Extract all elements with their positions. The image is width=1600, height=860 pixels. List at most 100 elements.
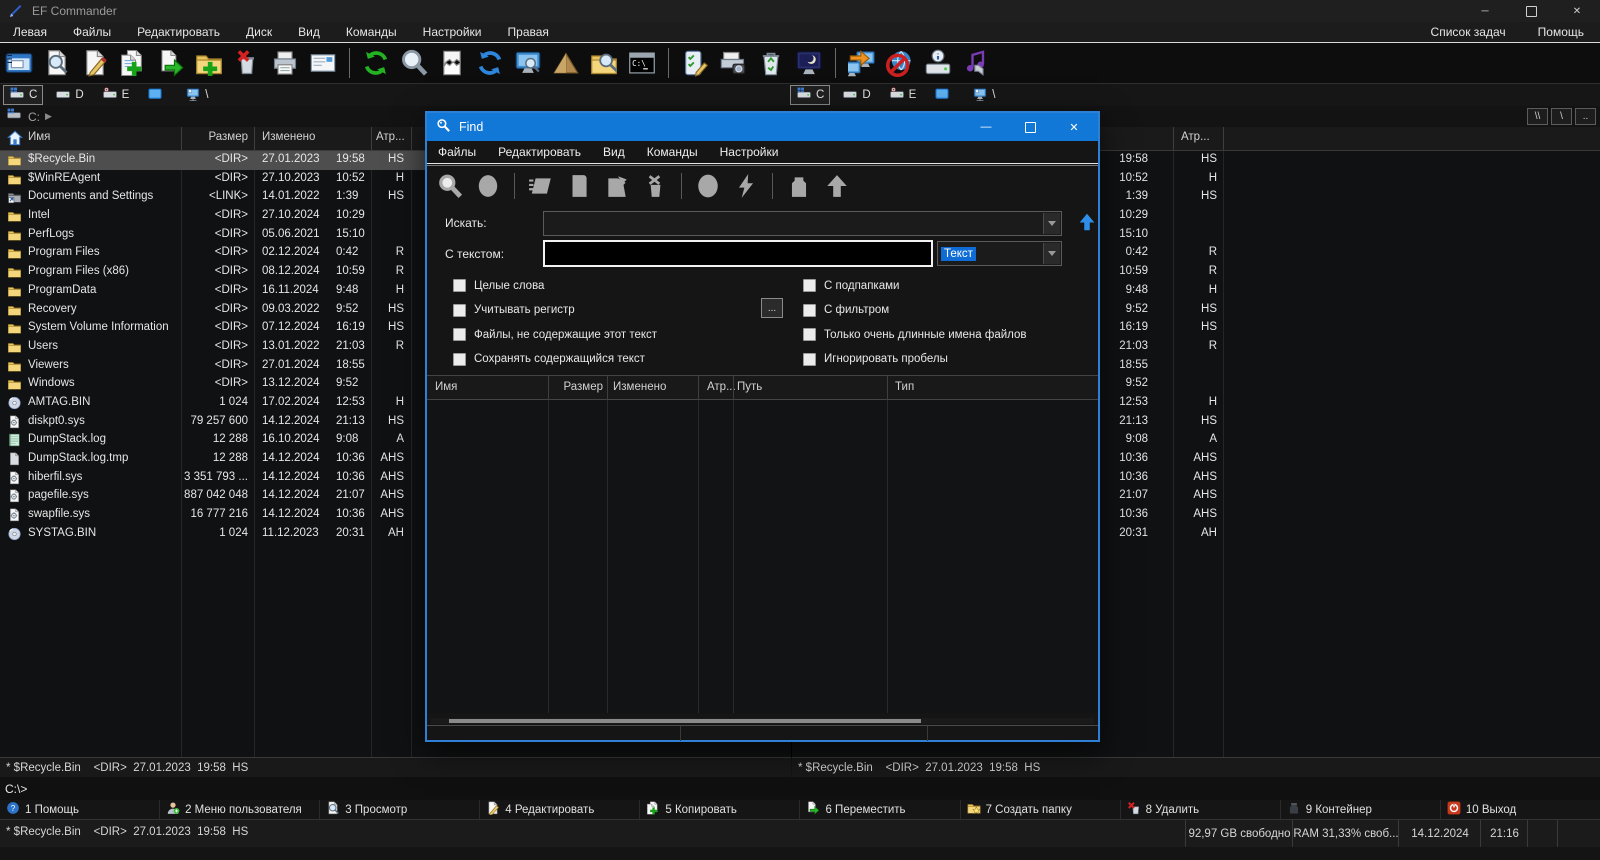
scan-icon[interactable] — [718, 48, 748, 78]
find-column-header-5[interactable]: Тип — [895, 381, 914, 393]
copy-files-icon[interactable] — [118, 48, 148, 78]
menu-item-6[interactable]: Настройки — [410, 25, 495, 39]
search-dropdown-button[interactable] — [1043, 213, 1060, 234]
close-button[interactable]: ✕ — [1554, 0, 1600, 22]
column-header-attr[interactable]: Атр... — [376, 131, 405, 143]
nav-button-2[interactable]: .. — [1575, 108, 1596, 125]
fn-button-5[interactable]: 5 Копировать — [639, 800, 799, 819]
find-column-header-0[interactable]: Имя — [435, 381, 457, 393]
find-search-icon[interactable] — [435, 171, 465, 201]
find-checkbox-left-1[interactable]: Учитывать регистр — [445, 303, 575, 317]
minimize-button[interactable]: ─ — [1462, 0, 1508, 22]
fn-button-4[interactable]: 4 Редактировать — [479, 800, 639, 819]
move-files-icon[interactable] — [156, 48, 186, 78]
new-session-icon[interactable] — [4, 48, 34, 78]
drive-button-e[interactable]: E — [883, 85, 923, 105]
fn-button-8[interactable]: 8 Удалить — [1119, 800, 1280, 819]
find-checkbox-right-0[interactable]: С подпапками — [795, 279, 899, 292]
edit-file-icon[interactable] — [80, 48, 110, 78]
find-doc-icon[interactable] — [564, 171, 594, 201]
drive-button-d[interactable]: D — [49, 85, 89, 105]
drive-button-e[interactable]: E — [96, 85, 136, 105]
find-trash-icon[interactable] — [640, 171, 670, 201]
compare-icon[interactable] — [437, 48, 467, 78]
drive-info-icon[interactable] — [923, 48, 953, 78]
find-result-icon[interactable] — [693, 171, 723, 201]
find-menu-item-1[interactable]: Редактировать — [487, 145, 592, 159]
checkbox-box[interactable] — [803, 279, 816, 292]
find-results-list[interactable] — [427, 400, 1098, 713]
desktop-button[interactable] — [141, 85, 173, 105]
find-checkbox-left-0[interactable]: Целые слова — [445, 279, 544, 292]
menu-item-2[interactable]: Редактировать — [124, 25, 233, 39]
checkbox-box[interactable] — [803, 303, 816, 317]
menu-item-7[interactable]: Правая — [495, 25, 562, 39]
print-icon[interactable] — [270, 48, 300, 78]
menu-item-1[interactable]: Файлы — [60, 25, 124, 39]
quick-view-icon[interactable] — [513, 48, 543, 78]
search-icon[interactable] — [399, 48, 429, 78]
menu-item-0[interactable]: Левая — [0, 25, 60, 39]
network-button[interactable]: \ — [966, 85, 1001, 105]
checkbox-box[interactable] — [453, 279, 466, 292]
find-close-button[interactable]: ✕ — [1052, 113, 1096, 141]
desktop-button[interactable] — [928, 85, 960, 105]
find-folder-icon[interactable] — [602, 171, 632, 201]
checkbox-box[interactable] — [453, 352, 466, 366]
search-input[interactable] — [543, 211, 1062, 236]
screensaver-icon[interactable] — [794, 48, 824, 78]
fn-button-9[interactable]: 9 Контейнер — [1279, 800, 1440, 819]
maximize-button[interactable] — [1508, 0, 1554, 22]
checkbox-box[interactable] — [453, 328, 466, 342]
find-checkbox-right-3[interactable]: Игнорировать пробелы — [795, 352, 948, 366]
find-up-icon[interactable] — [822, 171, 852, 201]
menu-item-3[interactable]: Диск — [233, 25, 285, 39]
find-column-header-4[interactable]: Путь — [737, 381, 762, 393]
find-oval-icon[interactable] — [473, 171, 503, 201]
column-header-size[interactable]: Размер — [150, 131, 248, 143]
delete-icon[interactable] — [232, 48, 262, 78]
fn-button-1[interactable]: ? 1 Помощь — [0, 800, 159, 819]
nav-button-1[interactable]: \ — [1551, 108, 1572, 125]
find-column-header-3[interactable]: Атр... — [707, 381, 736, 393]
find-maximize-button[interactable] — [1008, 113, 1052, 141]
terminal-icon[interactable]: C:\ — [627, 48, 657, 78]
refresh-icon[interactable] — [361, 48, 391, 78]
drive-button-c[interactable]: C — [3, 85, 44, 105]
nav-button-0[interactable]: \\ — [1527, 108, 1548, 125]
network-button[interactable]: \ — [179, 85, 214, 105]
menu-item-5[interactable]: Команды — [333, 25, 410, 39]
text-type-dropdown-button[interactable] — [1043, 243, 1060, 264]
find-dialog-titlebar[interactable]: Find — ✕ — [427, 113, 1098, 141]
drive-button-d[interactable]: D — [836, 85, 876, 105]
net-connect-icon[interactable] — [847, 48, 877, 78]
multimedia-icon[interactable] — [961, 48, 991, 78]
net-disconnect-icon[interactable] — [885, 48, 915, 78]
find-files-icon[interactable] — [589, 48, 619, 78]
find-column-header-1[interactable]: Размер — [545, 381, 603, 393]
find-menu-item-4[interactable]: Настройки — [709, 145, 790, 159]
find-panel-icon[interactable] — [526, 171, 556, 201]
view-file-icon[interactable] — [42, 48, 72, 78]
column-header-name[interactable]: Имя — [28, 131, 50, 143]
find-column-header-2[interactable]: Изменено — [613, 381, 666, 393]
find-checkbox-left-2[interactable]: Файлы, не содержащие этот текст — [445, 328, 657, 342]
hscrollbar-thumb[interactable] — [449, 719, 921, 723]
checkbox-box[interactable] — [803, 328, 816, 342]
column-header-modified[interactable]: Изменено — [262, 131, 315, 143]
pack-pyramid-icon[interactable] — [551, 48, 581, 78]
history-up-icon[interactable] — [1076, 211, 1098, 236]
new-folder-icon[interactable] — [194, 48, 224, 78]
breadcrumb[interactable]: C: ▶ — [6, 108, 52, 125]
filter-more-button[interactable]: ... — [761, 298, 783, 318]
find-jar-icon[interactable] — [784, 171, 814, 201]
checkbox-box[interactable] — [453, 303, 466, 317]
column-header-attr[interactable]: Атр... — [1181, 131, 1210, 143]
recycle-bin-icon[interactable] — [756, 48, 786, 78]
find-minimize-button[interactable]: — — [964, 113, 1008, 141]
find-checkbox-right-2[interactable]: Только очень длинные имена файлов — [795, 328, 1027, 342]
text-type-select[interactable]: Текст — [937, 241, 1062, 266]
fn-button-3[interactable]: 3 Просмотр — [319, 800, 479, 819]
menu-item-right-0[interactable]: Список задач — [1415, 25, 1522, 39]
checkbox-box[interactable] — [803, 352, 816, 366]
